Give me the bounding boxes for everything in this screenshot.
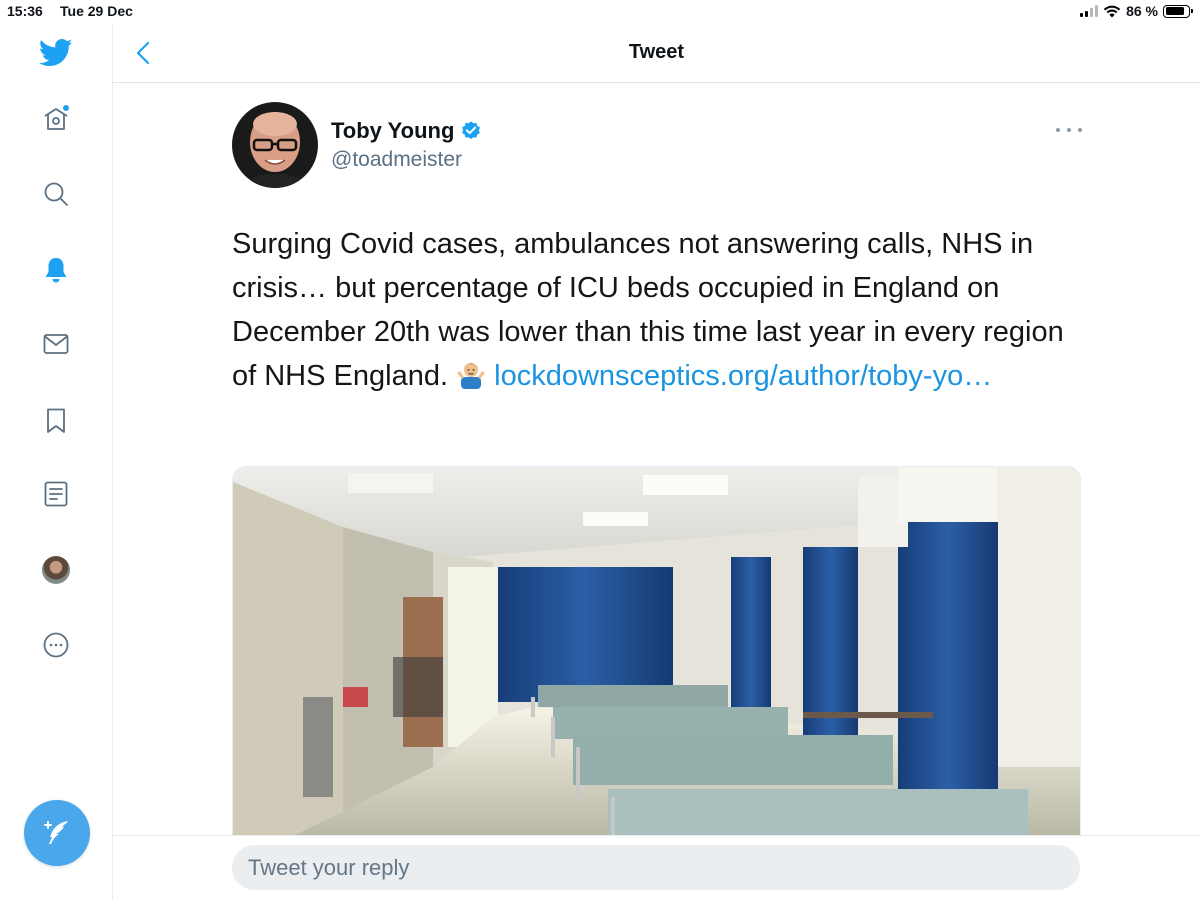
battery-percentage: 86 % [1126, 3, 1158, 19]
twitter-logo-icon[interactable] [38, 35, 74, 71]
search-icon[interactable] [38, 176, 74, 212]
bookmark-icon[interactable] [38, 403, 74, 439]
author-handle[interactable]: @toadmeister [331, 148, 462, 172]
author-name-text: Toby Young [331, 118, 455, 143]
more-icon[interactable] [38, 627, 74, 663]
lists-icon[interactable] [38, 476, 74, 512]
cellular-signal-icon [1080, 5, 1099, 17]
tweet-link[interactable]: lockdownsceptics.org/author/toby-yo… [494, 360, 992, 392]
compose-feather-icon [44, 821, 68, 844]
tweet-header: Tweet [113, 24, 1200, 83]
status-right: 86 % [1080, 3, 1193, 19]
home-icon[interactable] [38, 101, 74, 137]
compose-tweet-button[interactable] [24, 800, 90, 866]
battery-fill [1165, 7, 1185, 15]
messages-envelope-icon[interactable] [38, 326, 74, 362]
page-title: Tweet [628, 41, 685, 63]
tweet-more-options-button[interactable] [1056, 120, 1082, 140]
battery-icon [1163, 4, 1193, 18]
reply-bar [113, 835, 1200, 900]
status-date: Tue 29 Dec [60, 3, 133, 19]
tweet-author: Toby Young @toadmeister [232, 102, 1082, 192]
notifications-bell-icon[interactable] [38, 252, 74, 288]
author-display-name[interactable]: Toby Young [331, 118, 482, 144]
notification-dot [62, 104, 70, 112]
reply-input[interactable] [232, 845, 1080, 890]
tweet-text: Surging Covid cases, ambulances not answ… [232, 222, 1092, 398]
status-bar: 15:36 Tue 29 Dec 86 % [0, 0, 1200, 24]
profile-avatar[interactable] [38, 552, 74, 588]
person-shrugging-emoji [457, 363, 486, 389]
tweet-media-image[interactable] [232, 466, 1081, 835]
status-time: 15:36 [7, 3, 43, 19]
verified-badge-icon [462, 121, 481, 140]
wifi-icon [1103, 5, 1121, 17]
author-avatar[interactable] [232, 102, 318, 188]
sidebar [0, 24, 113, 900]
